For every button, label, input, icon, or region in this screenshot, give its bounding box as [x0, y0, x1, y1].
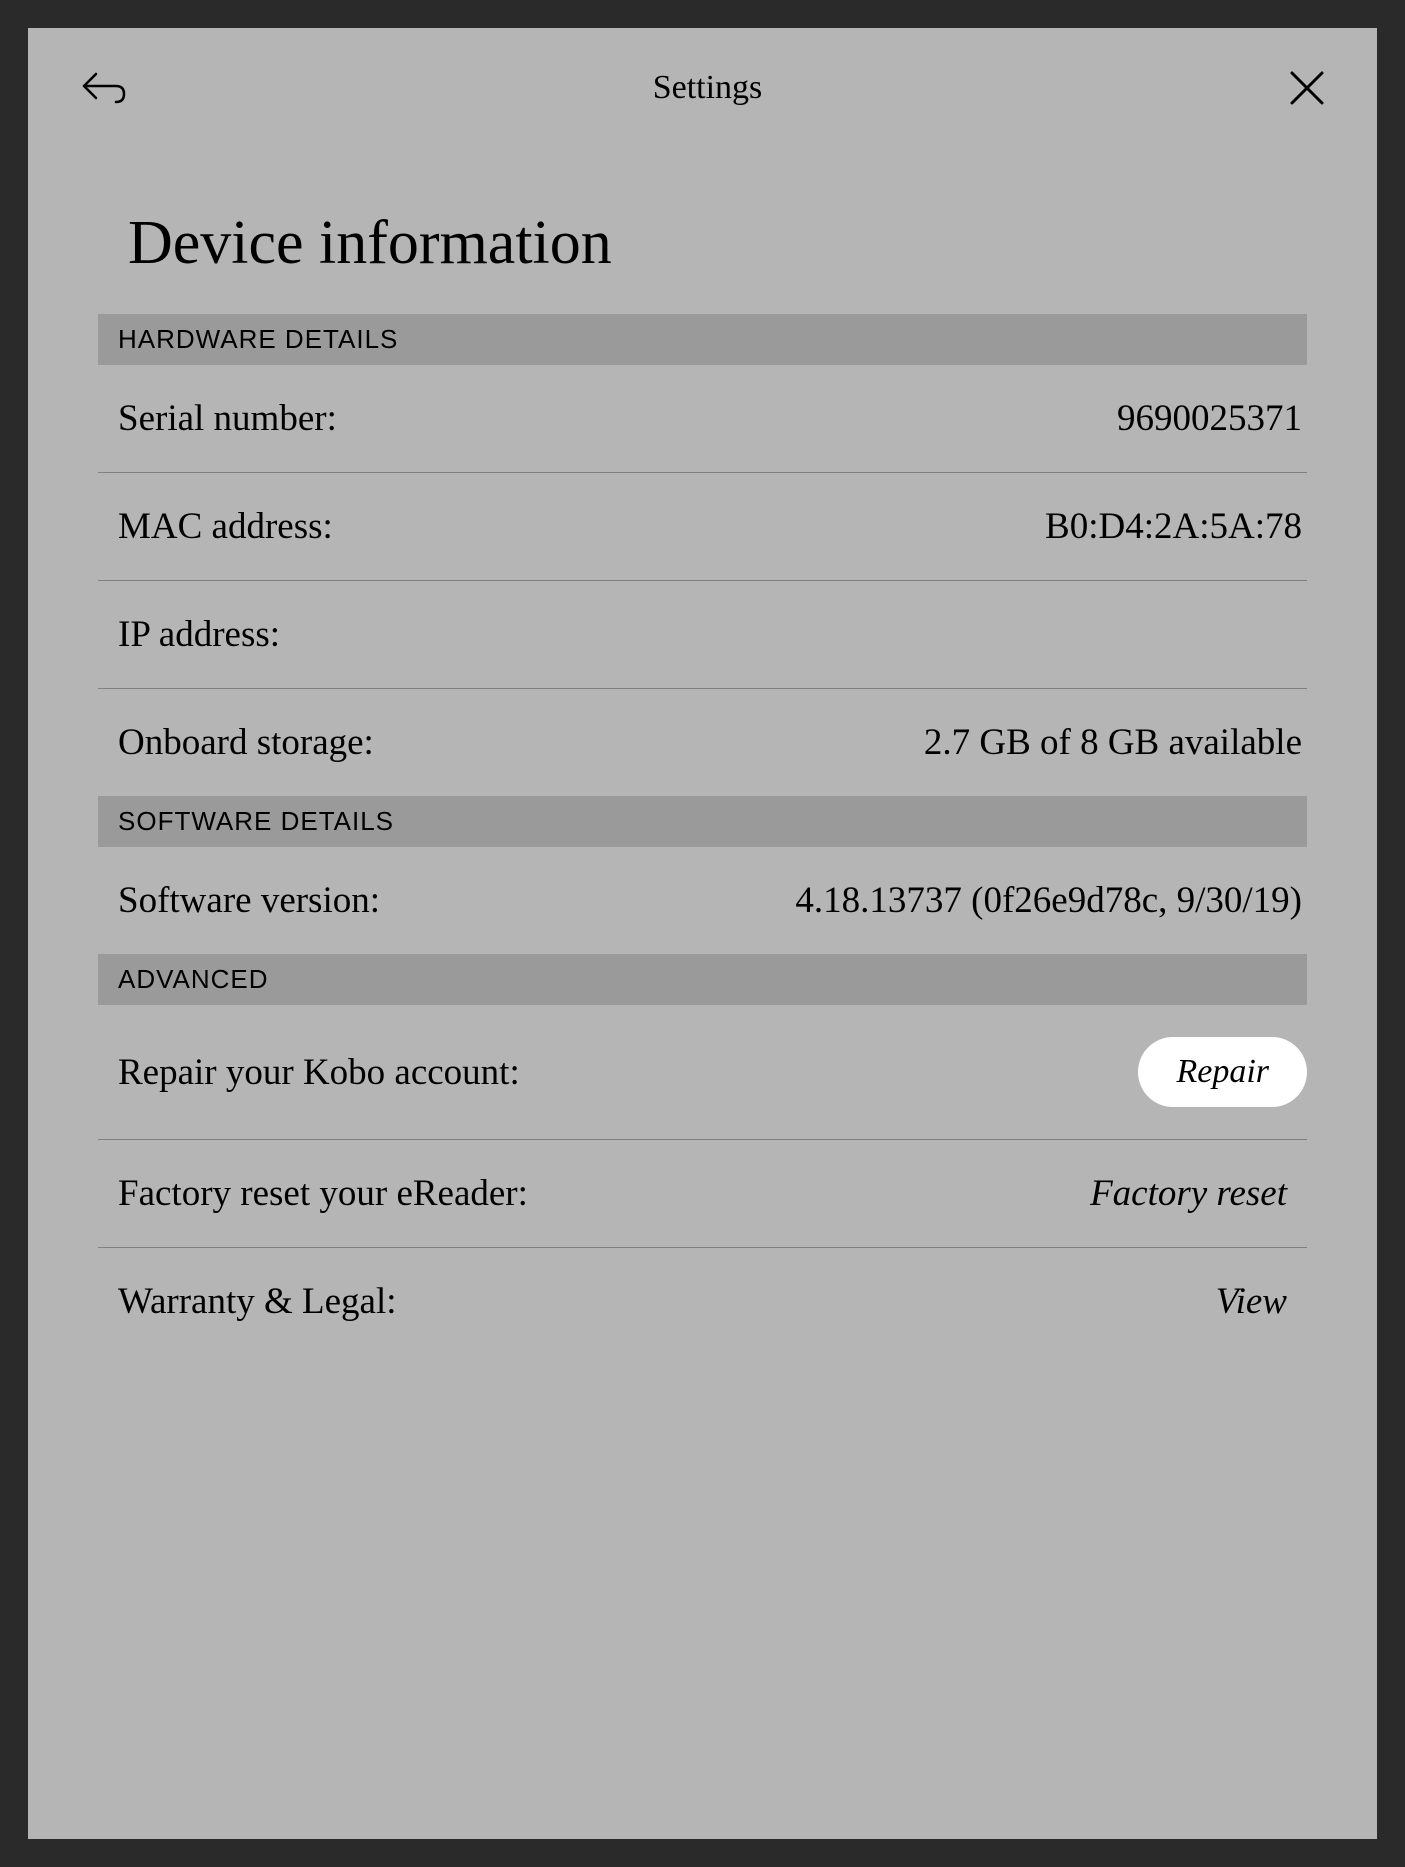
software-version-value: 4.18.13737 (0f26e9d78c, 9/30/19) [795, 879, 1307, 922]
factory-reset-row: Factory reset your eReader: Factory rese… [98, 1140, 1307, 1248]
software-version-label: Software version: [98, 879, 380, 922]
mac-address-value: B0:D4:2A:5A:78 [1045, 505, 1307, 548]
mac-address-row: MAC address: B0:D4:2A:5A:78 [98, 473, 1307, 581]
warranty-label: Warranty & Legal: [98, 1280, 397, 1323]
advanced-section-header: ADVANCED [98, 954, 1307, 1005]
header-title: Settings [653, 69, 763, 107]
view-warranty-button[interactable]: View [1216, 1280, 1307, 1323]
hardware-section-header: HARDWARE DETAILS [98, 314, 1307, 365]
warranty-row: Warranty & Legal: View [98, 1248, 1307, 1355]
storage-value: 2.7 GB of 8 GB available [924, 721, 1307, 764]
serial-number-value: 9690025371 [1117, 397, 1307, 440]
content-area: Device information HARDWARE DETAILS Seri… [28, 208, 1377, 1355]
back-icon[interactable] [78, 68, 128, 108]
mac-address-label: MAC address: [98, 505, 333, 548]
serial-number-row: Serial number: 9690025371 [98, 365, 1307, 473]
storage-row: Onboard storage: 2.7 GB of 8 GB availabl… [98, 689, 1307, 796]
header-bar: Settings [28, 28, 1377, 138]
storage-label: Onboard storage: [98, 721, 374, 764]
factory-reset-button[interactable]: Factory reset [1090, 1172, 1307, 1215]
factory-reset-label: Factory reset your eReader: [98, 1172, 528, 1215]
software-section-header: SOFTWARE DETAILS [98, 796, 1307, 847]
settings-screen: Settings Device information HARDWARE DET… [28, 28, 1377, 1839]
repair-button[interactable]: Repair [1138, 1037, 1307, 1107]
repair-account-label: Repair your Kobo account: [98, 1051, 520, 1094]
ip-address-row: IP address: [98, 581, 1307, 689]
serial-number-label: Serial number: [98, 397, 337, 440]
ip-address-label: IP address: [98, 613, 280, 656]
page-title: Device information [98, 208, 1307, 279]
close-icon[interactable] [1287, 68, 1327, 108]
software-version-row: Software version: 4.18.13737 (0f26e9d78c… [98, 847, 1307, 954]
repair-account-row: Repair your Kobo account: Repair [98, 1005, 1307, 1140]
